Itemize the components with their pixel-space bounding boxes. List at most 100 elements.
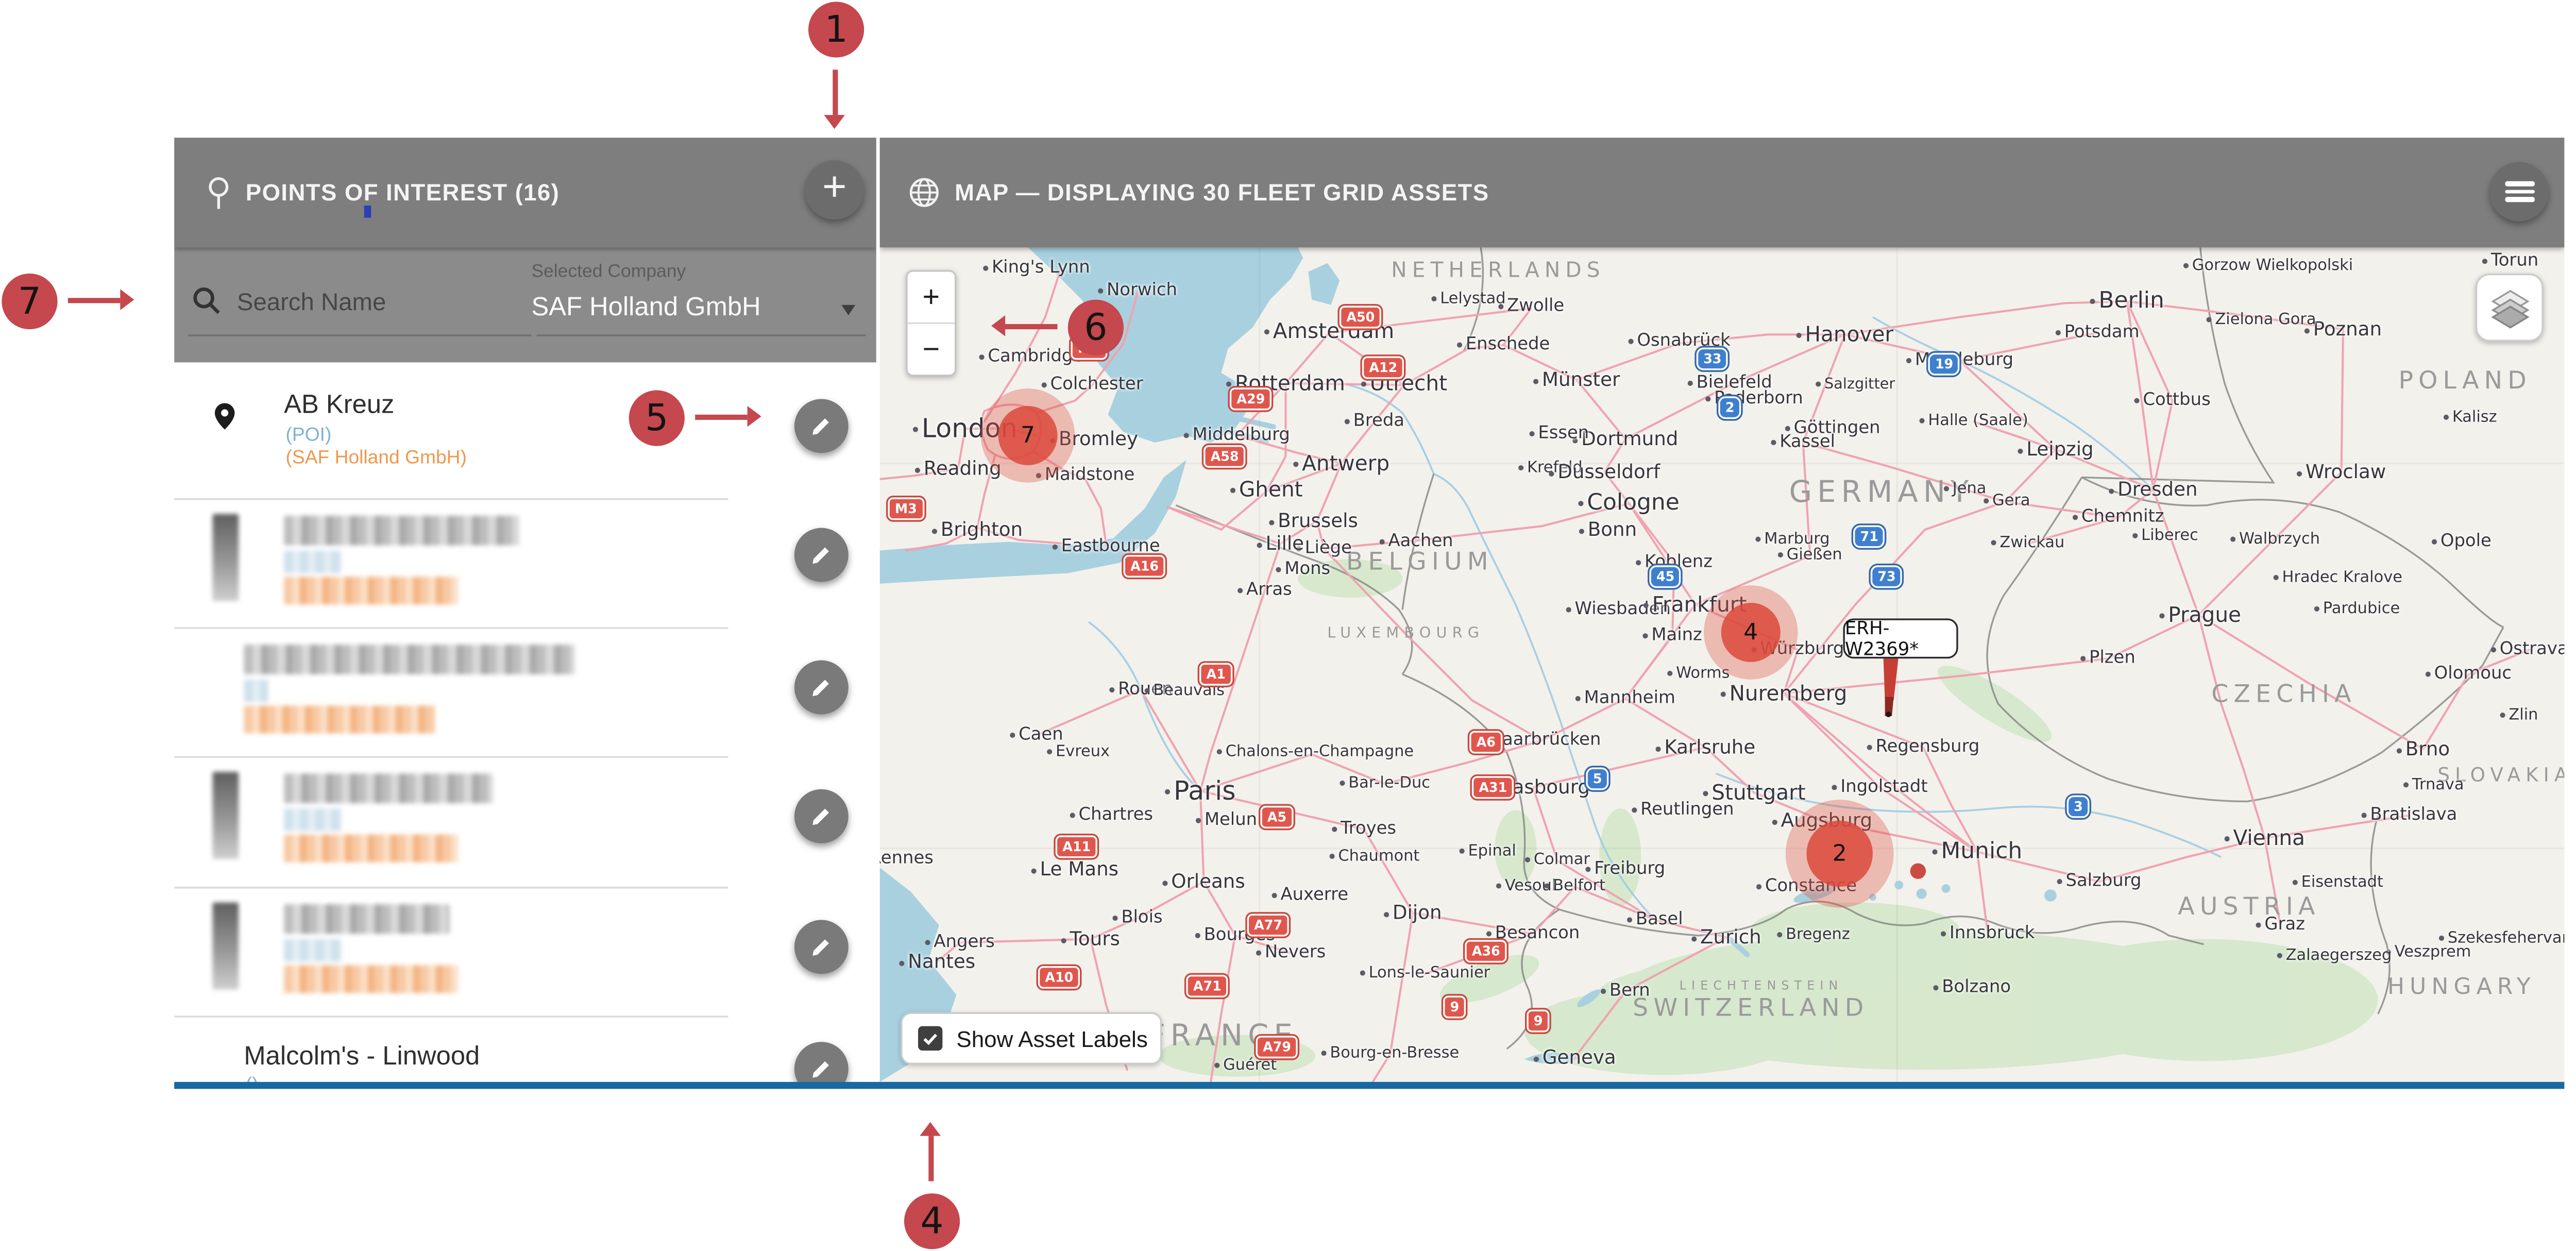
map-city-label: Cottbus [2134,391,2210,410]
search-input[interactable] [233,286,533,317]
map-city-label: Guéret [1214,1057,1277,1075]
map-city-label: Lelystad [1431,291,1505,309]
poi-list-item[interactable] [174,629,876,758]
motorway-badge: A71 [1186,975,1228,998]
edit-poi-button[interactable] [794,399,849,453]
pencil-icon [808,542,835,568]
redacted-poi-company [244,705,435,733]
map-panel-header: MAP — DISPLAYING 30 FLEET GRID ASSETS [880,138,2565,247]
map-city-label: Bregenz [1777,927,1850,944]
add-poi-button[interactable]: + [805,160,864,219]
poi-name: Malcolm's - Linwood [244,1042,480,1071]
search-underline [188,334,531,336]
motorway-badge: A77 [1247,914,1290,937]
map-city-label: Salzgitter [1816,376,1895,394]
map-city-label: Dijon [1384,902,1442,924]
map-city-label: Liège [1296,539,1352,559]
map-city-label: Zlin [2500,707,2538,725]
map-city-label: Eastbourne [1053,537,1160,556]
map-city-label: Caen [1010,725,1063,745]
show-asset-labels-checkbox[interactable] [918,1026,942,1051]
map-city-label: Bolzano [1933,978,2011,998]
route-shield-badge: 73 [1871,565,1903,588]
annotation-arrow-5 [695,415,747,420]
map-layers-button[interactable] [2476,274,2544,342]
map-city-label: Ingolstadt [1832,778,1927,797]
edit-poi-button[interactable] [794,1042,849,1084]
motorway-badge: A11 [1056,835,1098,858]
poi-list-item[interactable]: AB Kreuz(POI)(SAF Holland GmbH) [174,362,876,500]
zoom-out-button[interactable]: − [908,324,955,375]
asset-label-tooltip: ERH-W2369* [1843,618,1958,658]
map-city-label: Freiburg [1585,860,1665,879]
map-city-label: Halle (Saale) [1919,413,2028,430]
map-city-label: Troyes [1332,820,1396,839]
poi-search-section: Selected Company SAF Holland GmbH [174,247,876,362]
motorway-badge: A5 [1260,806,1293,829]
map-city-label: Eisenstadt [2293,874,2383,892]
map-city-label: Walbrzych [2230,531,2320,549]
motorway-badge: A31 [1472,776,1514,799]
map-city-label: Colmar [1525,852,1590,869]
redacted-poi-company [284,965,458,993]
map-country-label: HUNGARY [2387,975,2536,1001]
poi-list-item[interactable] [174,889,876,1018]
motorway-badge: A58 [1204,445,1246,468]
zoom-in-button[interactable]: + [908,272,955,322]
map-city-label: Chaumont [1329,849,1419,866]
motorway-badge: A36 [1465,940,1507,962]
map-city-label: Opole [2432,532,2492,551]
map-city-label: Brno [2397,738,2450,760]
map-city-label: Vienna [2225,826,2305,850]
map-city-label: Salzburg [2057,872,2142,891]
map-country-label: LIECHTENSTEIN [1680,979,1843,993]
map-city-label: Epinal [1460,843,1516,861]
poi-list-item[interactable] [174,500,876,629]
map-city-label: Belfort [1544,878,1605,895]
route-shield-badge: 71 [1853,525,1885,548]
map-country-label: LUXEMBOURG [1327,626,1484,643]
map-city-label: Zurich [1691,926,1761,949]
route-shield-badge: 45 [1649,565,1681,588]
map-city-label: Norwich [1098,281,1177,300]
poi-list-item[interactable] [174,758,876,889]
poi-list-item[interactable]: Malcolm's - Linwood() [174,1018,876,1084]
map-city-label: Gorzow Wielkopolski [2183,258,2353,275]
show-asset-labels-label: Show Asset Labels [956,1025,1147,1052]
map-city-label: Nevers [1256,943,1326,962]
selected-company-label: Selected Company [531,261,686,282]
map-city-label: Aachen [1380,532,1453,551]
map-city-label: Münster [1533,368,1620,391]
layers-icon [2488,286,2530,328]
globe-icon [908,176,941,209]
route-shield-badge: 33 [1697,348,1728,370]
motorway-badge: M3 [888,497,924,520]
chevron-down-icon[interactable] [841,305,855,315]
map-country-label: NETHERLANDS [1391,258,1605,282]
map-city-label: Lons-le-Saunier [1360,965,1490,983]
edit-poi-button[interactable] [794,920,849,974]
redacted-poi-type [284,808,342,831]
redacted-poi-name [284,773,493,803]
edit-poi-button[interactable] [794,528,849,582]
selected-company-dropdown[interactable]: SAF Holland GmbH [531,293,841,322]
edit-poi-button[interactable] [794,789,849,843]
map-city-label: Chemnitz [2073,508,2164,527]
map-city-label: Plzen [2080,649,2136,668]
map-viewport[interactable]: NETHERLANDSGERMANYBELGIUMLUXEMBOURGCZECH… [880,247,2565,1084]
map-city-label: Dresden [2109,478,2197,501]
map-city-label: Munich [1932,839,2022,865]
poi-panel: POINTS OF INTEREST (16) + Selected Compa… [174,138,876,1084]
map-city-label: Mainz [1642,627,1702,646]
edit-poi-button[interactable] [794,661,849,715]
company-underline [536,334,866,336]
annotation-circle-1: 1 [808,2,864,57]
map-city-label: Essen [1529,424,1589,443]
redacted-pin-icon [213,903,239,990]
annotation-arrow-6 [1005,324,1057,329]
route-shield-badge: 2 [1718,396,1741,419]
map-city-label: Tours [1061,928,1120,951]
map-menu-button[interactable] [2489,162,2549,221]
map-city-label: Jena [1944,481,1987,498]
single-asset-dot[interactable] [1910,863,1926,878]
